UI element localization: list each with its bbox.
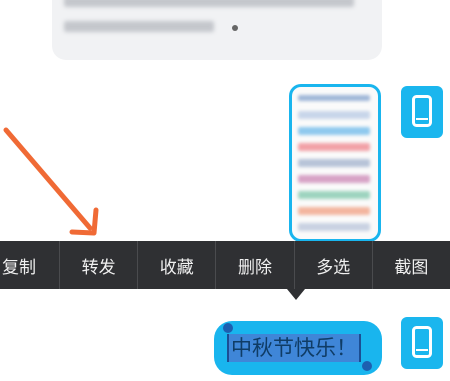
thumb-row [298,111,370,119]
sender-avatar[interactable] [401,86,443,138]
menu-item-delete[interactable]: 删除 [216,241,295,289]
thumb-row [298,175,370,183]
thumb-row [298,95,370,101]
thumb-row [298,191,370,199]
thumb-row [298,127,370,135]
thumb-row [298,207,370,215]
menu-item-forward[interactable]: 转发 [60,241,139,289]
arrow-icon [3,127,99,236]
thumb-row [298,143,370,151]
menu-item-copy[interactable]: 复制 [0,241,60,289]
selected-message-text[interactable]: 中秋节快乐！ [227,334,361,362]
thumb-row [298,159,370,167]
text-message-bubble[interactable]: 中秋节快乐！ [214,321,382,375]
menu-item-screenshot[interactable]: 截图 [373,241,450,289]
received-message-bubble[interactable] [52,0,382,60]
selection-end-handle[interactable] [362,361,372,371]
blurred-text-line [64,0,354,7]
phone-icon [412,326,432,358]
phone-icon [412,95,432,127]
message-context-menu: 复制 转发 收藏 删除 多选 截图 [0,241,450,289]
menu-pointer-tail [287,289,305,300]
selection-start-handle[interactable] [223,323,233,333]
blurred-text-line [64,21,214,32]
sender-avatar[interactable] [401,317,443,369]
menu-item-favorite[interactable]: 收藏 [138,241,217,289]
menu-item-multiselect[interactable]: 多选 [295,241,373,289]
image-message[interactable] [289,84,381,242]
thumb-row [298,223,370,231]
blurred-dot [232,25,238,31]
